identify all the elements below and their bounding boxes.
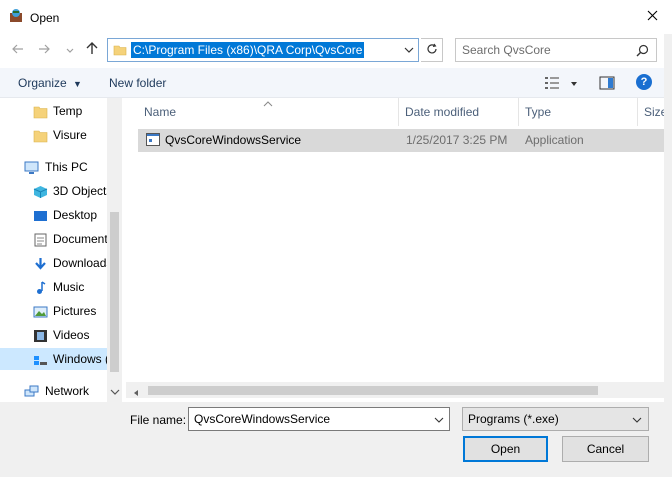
search-box[interactable]: Search QvsCore xyxy=(455,38,657,62)
desktop-icon xyxy=(33,208,48,222)
cube-icon xyxy=(33,184,48,198)
organize-label: Organize xyxy=(18,76,67,90)
up-button[interactable] xyxy=(84,42,100,58)
table-row[interactable]: QvsCoreWindowsService 1/25/2017 3:25 PM … xyxy=(138,129,672,152)
chevron-down-icon[interactable] xyxy=(403,44,415,56)
horizontal-scrollbar-thumb[interactable] xyxy=(148,386,598,395)
file-name-label: File name: xyxy=(130,413,187,427)
nav-item-label: This PC xyxy=(45,160,88,174)
file-date-modified: 1/25/2017 3:25 PM xyxy=(406,133,508,147)
nav-item-windows-drive[interactable]: Windows (C:) xyxy=(0,348,110,370)
navigation-pane: Temp Visure This PC 3D Objects Desktop D… xyxy=(0,98,122,402)
chevron-left-icon[interactable] xyxy=(132,386,140,396)
column-header-type[interactable]: Type xyxy=(525,105,551,119)
forward-button[interactable] xyxy=(36,42,52,58)
folder-icon xyxy=(33,104,48,119)
column-header-date-modified[interactable]: Date modified xyxy=(405,105,479,119)
file-name-field[interactable]: QvsCoreWindowsService xyxy=(188,407,450,431)
nav-item-temp[interactable]: Temp xyxy=(0,100,110,122)
nav-item-music[interactable]: Music xyxy=(0,276,110,298)
column-divider[interactable] xyxy=(398,98,399,126)
download-icon xyxy=(33,256,48,270)
search-icon[interactable] xyxy=(636,44,649,57)
new-folder-button[interactable]: New folder xyxy=(109,76,166,90)
nav-item-videos[interactable]: Videos xyxy=(0,324,110,346)
chevron-down-icon: ▼ xyxy=(73,79,82,89)
view-options-icon[interactable] xyxy=(544,76,560,90)
file-type-value: Programs (*.exe) xyxy=(468,412,559,426)
nav-item-label: Desktop xyxy=(53,208,98,222)
window-title: Open xyxy=(30,11,60,25)
file-type-select[interactable]: Programs (*.exe) xyxy=(462,407,649,431)
nav-item-label: Music xyxy=(53,280,85,294)
up-arrow-icon xyxy=(86,42,98,58)
nav-item-desktop[interactable]: Desktop xyxy=(0,204,110,226)
document-icon xyxy=(33,232,48,247)
back-button[interactable] xyxy=(10,42,26,58)
app-icon xyxy=(8,8,24,24)
computer-icon xyxy=(24,160,39,174)
close-icon xyxy=(647,10,658,24)
refresh-button[interactable] xyxy=(421,38,443,62)
network-icon xyxy=(24,384,39,398)
nav-item-pictures[interactable]: Pictures xyxy=(0,300,110,322)
forward-arrow-icon xyxy=(38,43,50,57)
folder-icon xyxy=(113,43,127,57)
background-window-edge xyxy=(664,34,672,402)
nav-item-label: Downloads xyxy=(53,256,110,270)
nav-item-this-pc[interactable]: This PC xyxy=(0,156,110,178)
column-header-name[interactable]: Name xyxy=(144,105,176,119)
nav-item-label: Pictures xyxy=(53,304,97,318)
help-icon[interactable]: ? xyxy=(636,74,652,90)
nav-item-downloads[interactable]: Downloads xyxy=(0,252,110,274)
nav-item-label: Videos xyxy=(53,328,90,342)
address-path[interactable]: C:\Program Files (x86)\QRA Corp\QvsCore xyxy=(131,42,365,58)
nav-scrollbar-thumb[interactable] xyxy=(110,212,119,372)
chevron-down-icon[interactable] xyxy=(569,78,579,88)
search-input[interactable]: Search QvsCore xyxy=(462,43,551,57)
refresh-icon xyxy=(426,43,438,58)
column-headers: Name Date modified Type Size xyxy=(126,98,672,126)
nav-item-3d-objects[interactable]: 3D Objects xyxy=(0,180,110,202)
organize-button[interactable]: Organize ▼ xyxy=(18,76,82,90)
file-name: QvsCoreWindowsService xyxy=(165,133,302,147)
preview-pane-icon[interactable] xyxy=(599,76,615,90)
recent-locations-button[interactable] xyxy=(62,42,78,58)
horizontal-scrollbar[interactable] xyxy=(126,382,672,398)
drive-icon xyxy=(33,352,48,366)
address-bar[interactable]: C:\Program Files (x86)\QRA Corp\QvsCore xyxy=(107,38,419,62)
nav-item-network[interactable]: Network xyxy=(0,380,110,402)
nav-item-visure[interactable]: Visure xyxy=(0,124,110,146)
music-icon xyxy=(33,280,48,294)
nav-item-label: 3D Objects xyxy=(53,184,110,198)
nav-item-label: Network xyxy=(45,384,90,398)
chevron-down-icon xyxy=(66,43,74,57)
file-name-value[interactable]: QvsCoreWindowsService xyxy=(194,412,330,426)
nav-item-label: Visure xyxy=(53,128,87,142)
chevron-down-icon[interactable] xyxy=(110,385,120,395)
video-icon xyxy=(33,328,48,342)
chevron-down-icon[interactable] xyxy=(434,414,444,424)
folder-icon xyxy=(33,128,48,143)
nav-item-label: Windows (C:) xyxy=(53,352,110,366)
close-button[interactable] xyxy=(638,6,666,28)
sort-ascending-icon xyxy=(263,96,273,107)
open-button[interactable]: Open xyxy=(463,436,548,462)
nav-item-documents[interactable]: Documents xyxy=(0,228,110,250)
title-bar: Open xyxy=(0,0,672,34)
nav-item-label: Documents xyxy=(53,232,110,246)
file-type: Application xyxy=(525,133,584,147)
cancel-button[interactable]: Cancel xyxy=(562,436,649,462)
chevron-down-icon xyxy=(632,414,642,424)
nav-item-label: Temp xyxy=(53,104,83,118)
back-arrow-icon xyxy=(12,43,24,57)
application-icon xyxy=(146,133,160,146)
picture-icon xyxy=(33,304,48,318)
column-divider[interactable] xyxy=(518,98,519,126)
column-divider[interactable] xyxy=(637,98,638,126)
